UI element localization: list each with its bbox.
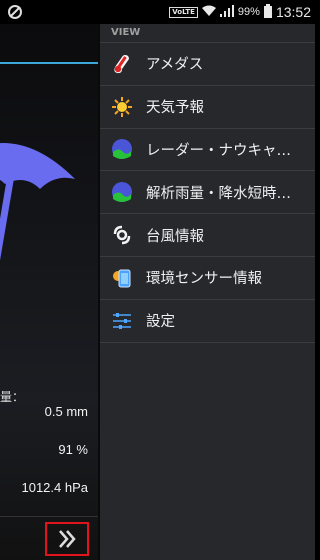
drawer-item-typhoon[interactable]: 台風情報: [100, 214, 315, 257]
rain-globe-icon: [110, 180, 134, 204]
double-chevron-right-icon: [59, 530, 76, 548]
umbrella-icon: [0, 143, 75, 261]
drawer-item-label: 天気予報: [146, 100, 204, 117]
drawer-item-environment-sensor[interactable]: 環境センサー情報: [100, 257, 315, 300]
typhoon-icon: [110, 223, 134, 247]
volte-badge: VoLTE: [169, 6, 198, 18]
battery-icon: [263, 3, 272, 21]
drawer-item-label: 環境センサー情報: [146, 271, 262, 288]
sun-icon: [110, 95, 134, 119]
drawer-item-amedas[interactable]: アメダス: [100, 43, 315, 86]
signal-icon: [219, 4, 234, 20]
drawer-section-header: VIEW: [100, 24, 315, 43]
humidity-value: 91 %: [58, 442, 88, 457]
clock: 13:52: [275, 4, 311, 20]
notification-icon: [6, 3, 24, 21]
drawer-item-rainfall[interactable]: 解析雨量・降水短時…: [100, 171, 315, 215]
sensor-phone-icon: [110, 266, 134, 290]
divider: [0, 516, 98, 517]
pressure-value: 1012.4 hPa: [21, 480, 88, 495]
drawer-item-forecast[interactable]: 天気予報: [100, 86, 315, 129]
drawer-item-label: 台風情報: [146, 228, 204, 245]
drawer-item-radar[interactable]: レーダー・ナウキャ…: [100, 129, 315, 172]
settings-sliders-icon: [110, 309, 134, 333]
thermometer-icon: [110, 52, 134, 76]
drawer-item-label: レーダー・ナウキャ…: [146, 142, 291, 159]
navigation-drawer: VIEW アメダス 天気予報 レーダー・ナウキャ… 解析雨量・降水短時… 台風情…: [98, 24, 315, 560]
wifi-icon: [201, 5, 216, 20]
accent-divider: [0, 62, 98, 64]
status-bar: VoLTE 99% 13:52: [0, 0, 315, 24]
precipitation-label: 量：: [0, 390, 25, 404]
next-page-button[interactable]: [45, 522, 89, 556]
precipitation-value: 0.5 mm: [44, 404, 88, 419]
drawer-item-label: アメダス: [146, 57, 204, 74]
battery-percent: 99%: [237, 6, 260, 18]
radar-globe-icon: [110, 137, 134, 161]
drawer-item-settings[interactable]: 設定: [100, 300, 315, 343]
drawer-item-label: 設定: [146, 314, 175, 331]
drawer-item-label: 解析雨量・降水短時…: [146, 185, 291, 202]
weather-app-panel: 量： 0.5 mm 91 % 1012.4 hPa: [0, 24, 98, 560]
